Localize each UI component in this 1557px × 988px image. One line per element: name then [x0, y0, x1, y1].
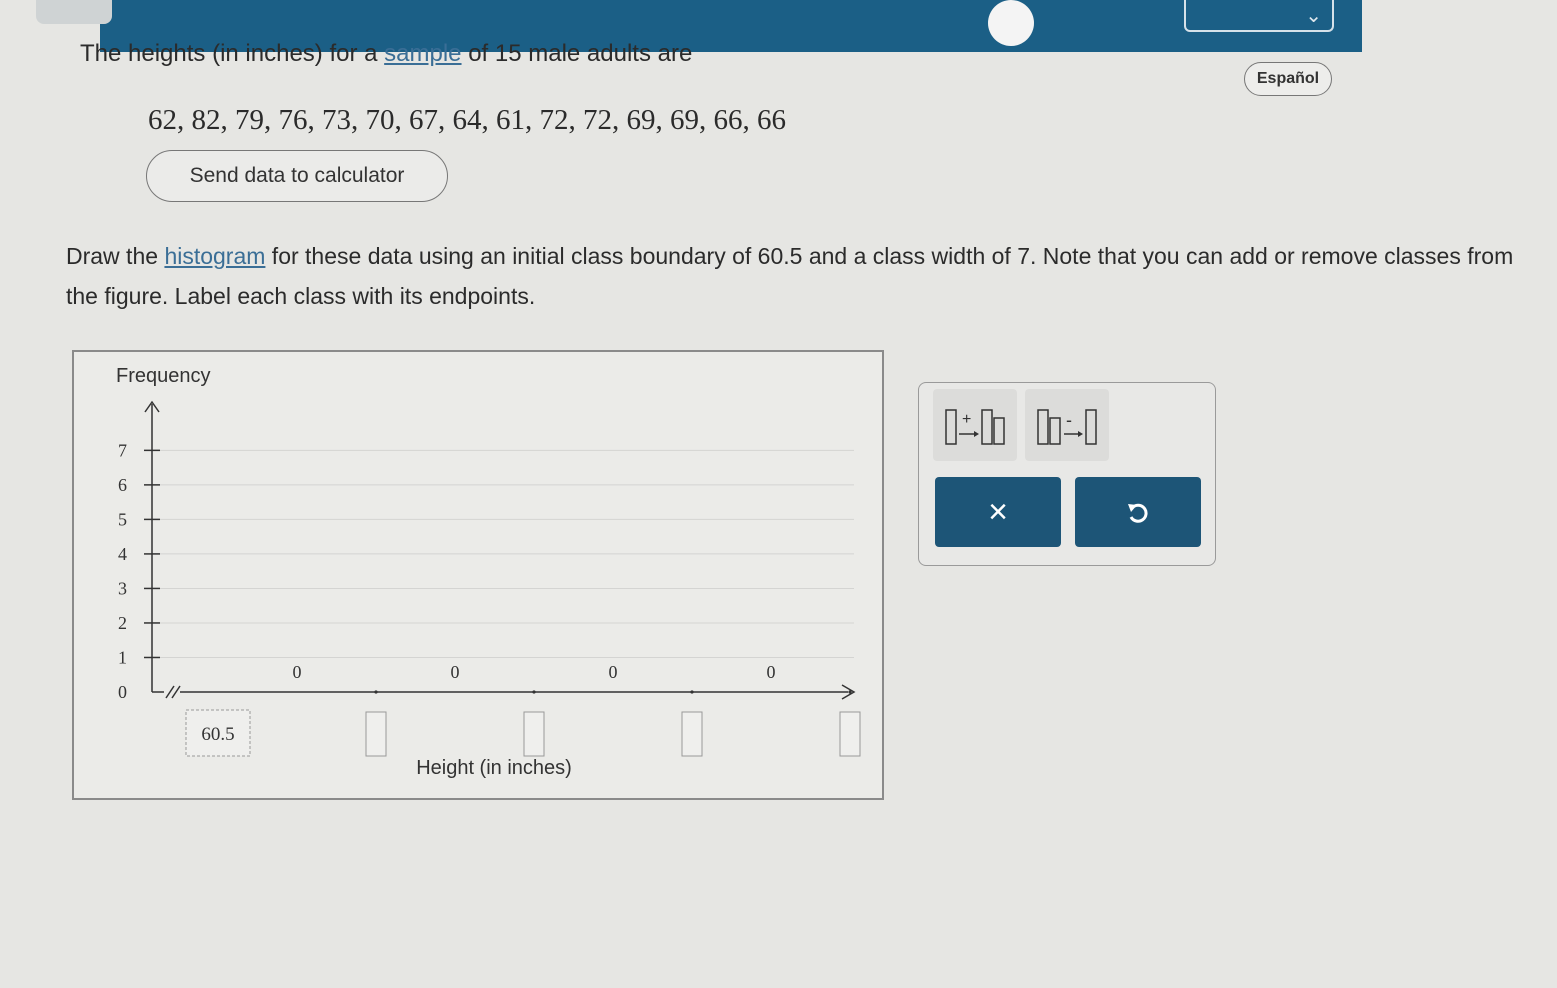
y-tick-label: 2: [118, 613, 127, 633]
undo-button[interactable]: [1075, 477, 1201, 547]
boundary-input[interactable]: [839, 711, 861, 757]
boundary-point: [690, 690, 694, 694]
data-values: 62, 82, 79, 76, 73, 70, 67, 64, 61, 72, …: [148, 104, 786, 136]
chevron-down-icon: ⌄: [1305, 4, 1322, 27]
x-axis-label: Height (in inches): [416, 757, 572, 779]
menu-toggle-button[interactable]: [36, 0, 112, 24]
y-tick-label: 4: [118, 544, 127, 564]
bar-frequency-label: 0: [609, 662, 618, 682]
top-dropdown[interactable]: ⌄: [1184, 0, 1334, 32]
boundary-point: [532, 690, 536, 694]
espanol-button[interactable]: Español: [1244, 62, 1332, 96]
y-tick-label: 6: [118, 475, 127, 495]
profile-avatar[interactable]: [988, 0, 1034, 46]
svg-text:-: -: [1066, 410, 1072, 430]
boundary-point: [848, 690, 852, 694]
boundary-point: [374, 690, 378, 694]
undo-icon: [1128, 503, 1148, 523]
clear-button[interactable]: ×: [935, 477, 1061, 547]
y-tick-label: 3: [118, 578, 127, 598]
add-class-tool[interactable]: +: [933, 389, 1017, 461]
y-axis-label: Frequency: [116, 365, 211, 387]
boundary-input[interactable]: [365, 711, 387, 757]
remove-class-icon: -: [1037, 409, 1097, 445]
question-intro: The heights (in inches) for a sample of …: [80, 40, 693, 67]
bar-frequency-label: 0: [451, 662, 460, 682]
histogram-chart[interactable]: 0 1 2 3 4 5 6 7 Frequency 60.5 0 0 0 0 Height (in inch…: [74, 352, 884, 800]
histogram-graph[interactable]: 0 1 2 3 4 5 6 7 Frequency 60.5 0 0 0 0 Height (in inch…: [72, 350, 884, 800]
svg-text:+: +: [962, 411, 971, 428]
question-instruction: Draw the histogram for these data using …: [66, 243, 1514, 309]
boundary-input[interactable]: [681, 711, 703, 757]
bar-frequency-label: 0: [293, 662, 302, 682]
boundary-input[interactable]: [523, 711, 545, 757]
remove-class-tool[interactable]: -: [1025, 389, 1109, 461]
graph-tools-panel: + - ×: [918, 382, 1216, 566]
bar-frequency-label: 0: [767, 662, 776, 682]
y-tick-label: 1: [118, 647, 127, 667]
y-tick-label: 0: [118, 682, 127, 702]
sample-link[interactable]: sample: [384, 40, 461, 67]
y-tick-label: 7: [118, 440, 127, 460]
add-class-icon: +: [945, 409, 1005, 445]
send-data-to-calculator-button[interactable]: Send data to calculator: [146, 150, 448, 202]
histogram-link[interactable]: histogram: [164, 243, 265, 269]
y-tick-label: 5: [118, 509, 127, 529]
boundary-label: 60.5: [201, 724, 234, 745]
